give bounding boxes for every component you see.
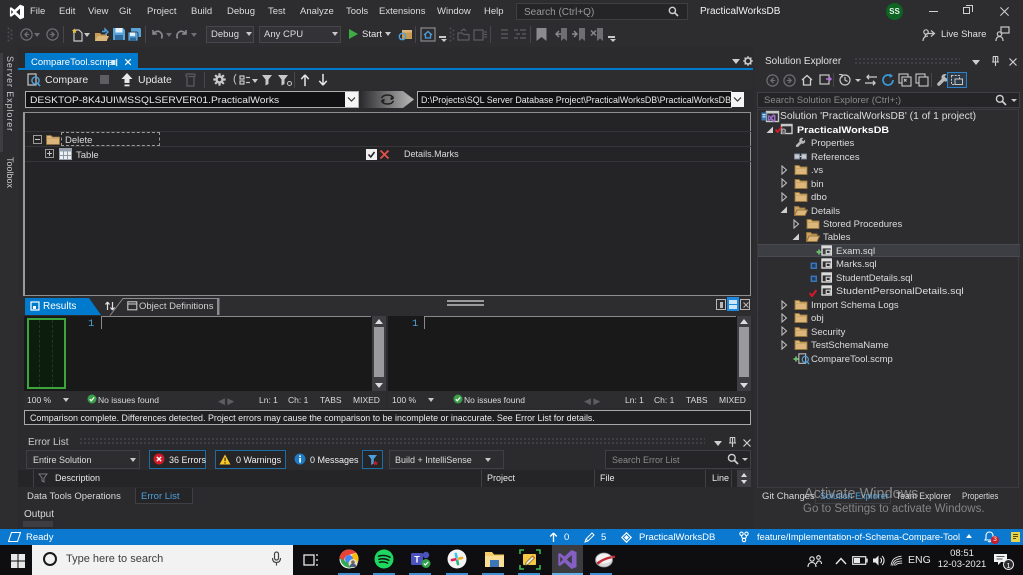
- svg-text:T: T: [414, 555, 420, 565]
